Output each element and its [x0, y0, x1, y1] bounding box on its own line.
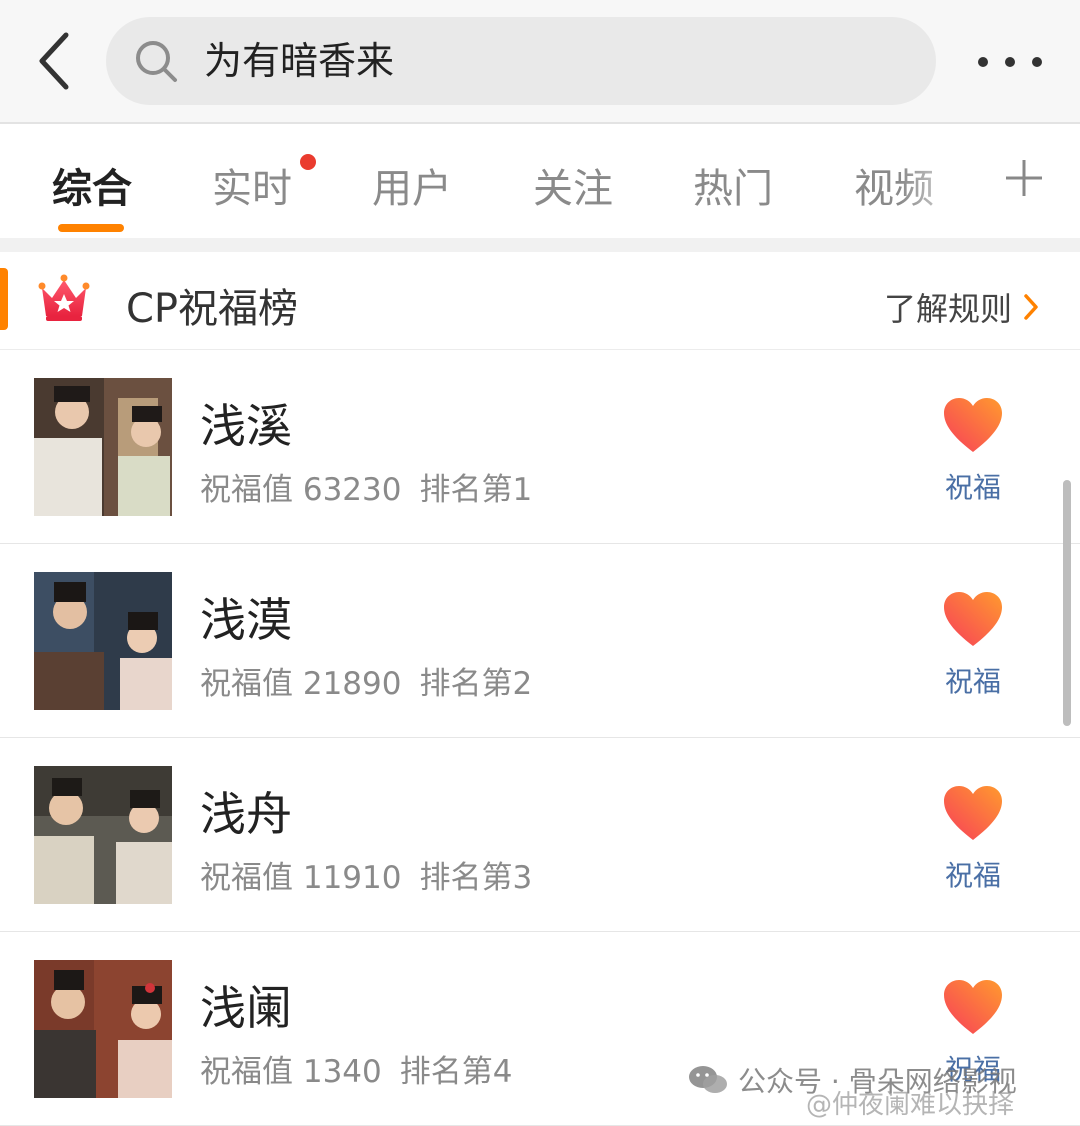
bless-button[interactable]: 祝福 [930, 590, 1020, 700]
list-item[interactable]: 浅舟 祝福值 11910 排名第3 祝福 [0, 738, 1080, 932]
couple-stats: 祝福值 11910 排名第3 [200, 852, 532, 897]
bless-value: 祝福值 11910 [200, 860, 402, 896]
search-bar[interactable]: 为有暗香来 [106, 17, 936, 105]
couple-name: 浅舟 [200, 787, 292, 841]
couple-thumbnail [34, 572, 172, 710]
chevron-right-icon [1024, 294, 1038, 320]
bless-button[interactable]: 祝福 [930, 978, 1020, 1088]
heart-icon [944, 980, 1002, 1034]
rank-label: 排名第1 [419, 472, 533, 508]
new-badge-dot [300, 154, 316, 170]
rules-link[interactable]: 了解规则 [884, 284, 1040, 330]
search-query-text: 为有暗香来 [204, 39, 395, 83]
couple-stats: 祝福值 1340 排名第4 [200, 1046, 512, 1091]
tab-users[interactable]: 用户 [372, 156, 452, 214]
bless-label: 祝福 [944, 1053, 1001, 1086]
bless-button[interactable]: 祝福 [930, 396, 1020, 506]
search-icon [136, 41, 177, 82]
chevron-left-icon [39, 32, 69, 90]
bless-value: 祝福值 21890 [200, 666, 402, 702]
more-dot [1032, 57, 1042, 67]
more-dots-icon [978, 57, 988, 67]
couple-thumbnail [34, 766, 172, 904]
couple-name: 浅阑 [200, 981, 292, 1035]
tab-realtime[interactable]: 实时 [212, 156, 292, 214]
rules-link-label: 了解规则 [884, 290, 1013, 328]
section-divider [0, 238, 1080, 252]
active-tab-indicator [58, 224, 124, 232]
bless-label: 祝福 [944, 665, 1001, 698]
bless-value: 祝福值 1340 [200, 1054, 382, 1090]
more-button[interactable] [972, 40, 1048, 84]
top-bar: 为有暗香来 [0, 0, 1080, 124]
tab-hot[interactable]: 热门 [693, 156, 773, 214]
couple-thumbnail [34, 960, 172, 1098]
couple-stats: 祝福值 21890 排名第2 [200, 658, 532, 703]
bless-label: 祝福 [944, 859, 1001, 892]
more-dot [1005, 57, 1015, 67]
rank-label: 排名第4 [399, 1054, 513, 1090]
crown-icon [38, 274, 90, 321]
cp-board-header: CP祝福榜 了解规则 [0, 252, 1080, 350]
heart-icon [944, 786, 1002, 840]
back-button[interactable] [28, 28, 80, 94]
couple-name: 浅溪 [200, 399, 292, 453]
tab-fade-overlay [900, 126, 980, 238]
couple-stats: 祝福值 63230 排名第1 [200, 464, 532, 509]
couple-name: 浅漠 [200, 593, 292, 647]
heart-icon [944, 398, 1002, 452]
list-item[interactable]: 浅溪 祝福值 63230 排名第1 祝福 [0, 350, 1080, 544]
heart-icon [944, 592, 1002, 646]
list-item[interactable]: 浅漠 祝福值 21890 排名第2 祝福 [0, 544, 1080, 738]
bless-value: 祝福值 63230 [200, 472, 402, 508]
section-accent-bar [0, 268, 8, 330]
bless-button[interactable]: 祝福 [930, 784, 1020, 894]
scrollbar[interactable] [1063, 480, 1071, 726]
couple-thumbnail [34, 378, 172, 516]
list-item[interactable]: 浅阑 祝福值 1340 排名第4 祝福 [0, 932, 1080, 1126]
tab-bar: 综合 实时 用户 关注 热门 视频 [0, 126, 1080, 238]
rank-label: 排名第3 [419, 860, 533, 896]
bless-label: 祝福 [944, 471, 1001, 504]
rank-label: 排名第2 [419, 666, 533, 702]
plus-icon[interactable] [1000, 148, 1048, 208]
tab-following[interactable]: 关注 [533, 156, 613, 214]
tab-comprehensive[interactable]: 综合 [52, 156, 132, 214]
cp-board-title: CP祝福榜 [126, 286, 299, 332]
